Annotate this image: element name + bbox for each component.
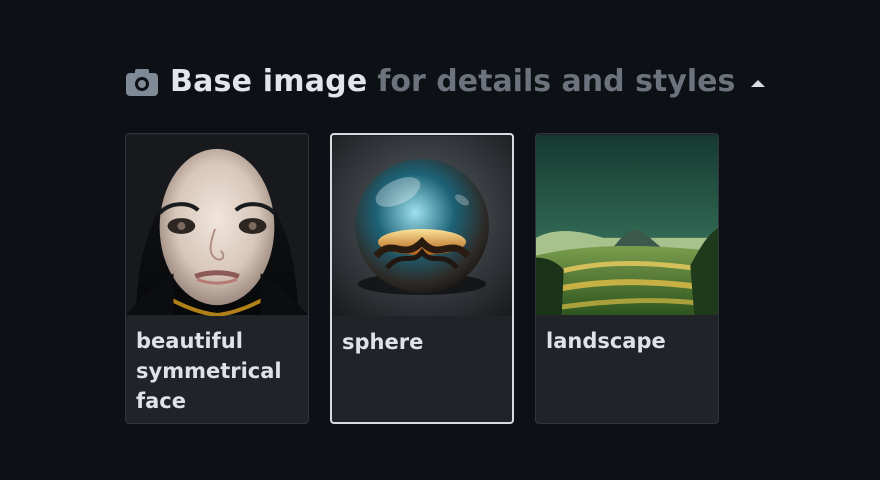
base-image-card-face[interactable]: beautiful symmetrical face — [125, 133, 309, 424]
base-image-card-sphere[interactable]: sphere — [330, 133, 514, 424]
card-label: beautiful symmetrical face — [136, 329, 282, 413]
base-image-card-landscape[interactable]: landscape — [535, 133, 719, 424]
card-label: landscape — [546, 329, 666, 353]
camera-icon — [126, 68, 158, 96]
section-subtitle: for details and styles — [377, 64, 736, 99]
portrait-icon — [126, 134, 308, 316]
card-label: sphere — [342, 330, 424, 354]
section-title: Base image — [170, 64, 368, 99]
green-landscape-icon — [536, 134, 718, 316]
caret-up-icon[interactable] — [751, 80, 766, 87]
glass-sphere-icon — [332, 136, 512, 316]
base-image-options: beautiful symmetrical face sphere landsc… — [125, 133, 719, 424]
base-image-toggle[interactable]: Base image for details and styles — [124, 64, 766, 99]
